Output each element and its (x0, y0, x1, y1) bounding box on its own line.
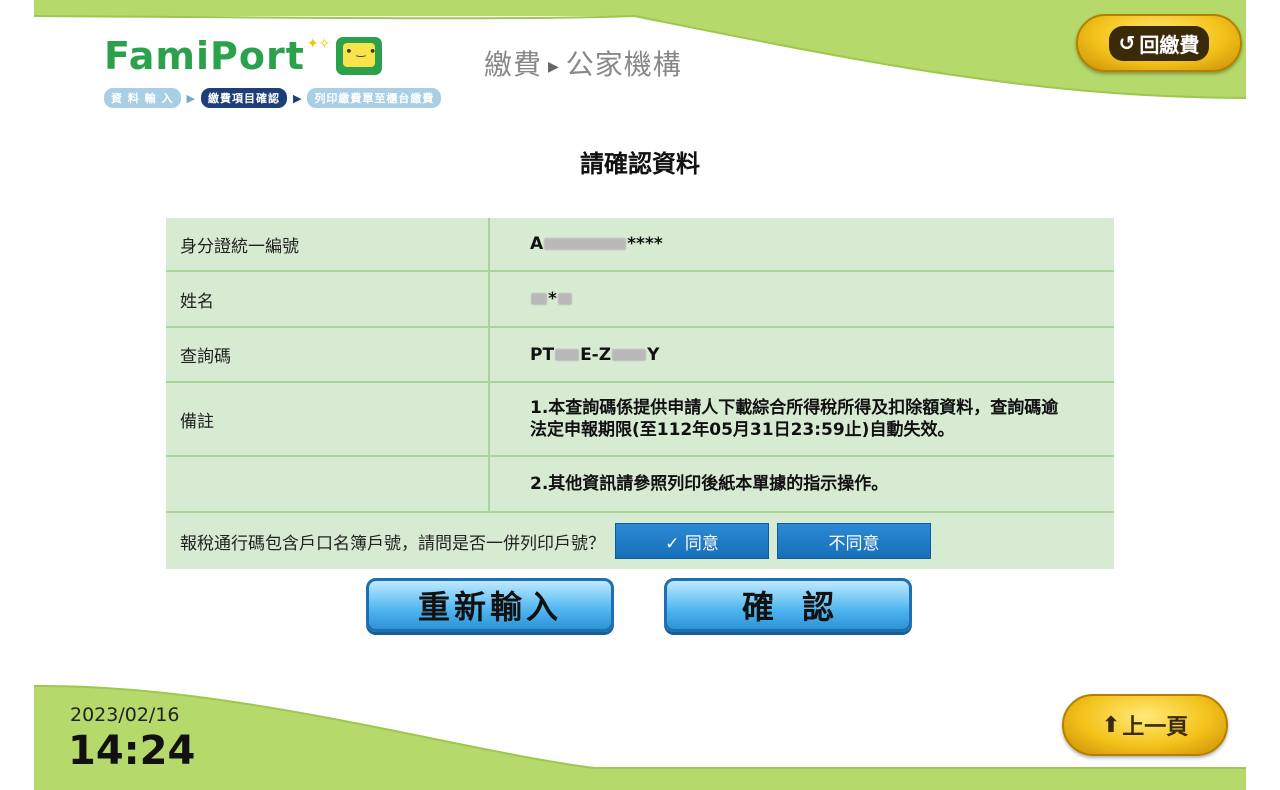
triangle-right-icon: ▶ (186, 91, 195, 105)
back-to-payment-button[interactable]: ↺ 回繳費 (1076, 14, 1242, 72)
consent-question: 報稅通行碼包含戶口名簿戶號，請問是否一併列印戶號？ (180, 533, 605, 554)
redacted-block (531, 293, 547, 305)
reenter-button[interactable]: 重新輸入 (366, 578, 614, 632)
sparkle-icon: ✦✧ (306, 36, 331, 52)
date-display: 2023/02/16 (70, 704, 180, 726)
previous-page-label: 上一頁 (1122, 715, 1189, 740)
famiport-logo: FamiPort ✦✧ (104, 34, 383, 78)
confirm-button[interactable]: 確認 (664, 578, 912, 632)
kiosk-page: FamiPort ✦✧ 繳費 ▶ 公家機構 資 料 輸 入 ▶ 繳費項目確認 ▶ 列… (34, 0, 1246, 790)
redacted-block (555, 348, 580, 361)
up-arrow-icon: ⬆ (1101, 712, 1121, 738)
triangle-right-icon: ▶ (292, 91, 302, 105)
field-label: 備註 (166, 383, 490, 455)
id-number-value: A **** (530, 234, 663, 254)
progress-steps: 資 料 輸 入 ▶ 繳費項目確認 ▶ 列印繳費單至櫃台繳費 (104, 88, 442, 108)
field-label (166, 457, 490, 511)
field-label: 查詢碼 (166, 328, 490, 381)
breadcrumb-main: 繳費 (484, 48, 543, 81)
time-display: 14:24 (68, 728, 196, 774)
table-row: 備註 1.本查詢碼係提供申請人下載綜合所得稅所得及扣除額資料，查詢碼逾法定申報期… (166, 383, 1114, 457)
tv-mascot-icon (336, 37, 383, 75)
confirm-table: 身分證統一編號 A **** 姓名 * 查詢碼 PT E-Z Y 備註 1.本查詢碼係… (166, 218, 1114, 569)
previous-page-button[interactable]: ⬆ 上一頁 (1062, 694, 1228, 756)
field-label: 身分證統一編號 (166, 218, 490, 270)
triangle-right-icon: ▶ (548, 59, 560, 75)
redacted-block (544, 238, 627, 250)
table-row: 姓名 * (166, 272, 1114, 328)
redacted-block (557, 293, 572, 305)
agree-button[interactable]: ✓ 同意 (615, 523, 769, 559)
breadcrumb-sub: 公家機構 (565, 48, 682, 81)
note-value-2: 2.其他資訊請參照列印後紙本單據的指示操作。 (530, 474, 889, 494)
name-value: * (490, 272, 1114, 326)
redacted-block (612, 348, 647, 361)
note-value: 1.本查詢碼係提供申請人下載綜合所得稅所得及扣除額資料，查詢碼逾法定申報期限(至… (530, 398, 1059, 440)
table-row: 身分證統一編號 A **** (166, 218, 1114, 272)
back-to-payment-label: 回繳費 (1139, 32, 1200, 57)
logo-text: FamiPort (104, 34, 305, 78)
disagree-button[interactable]: 不同意 (777, 523, 931, 559)
step-confirm: 繳費項目確認 (200, 88, 287, 108)
return-arrow-icon: ↺ (1118, 31, 1136, 55)
step-print: 列印繳費單至櫃台繳費 (307, 88, 442, 108)
step-input: 資 料 輸 入 (104, 88, 181, 108)
table-row: 2.其他資訊請參照列印後紙本單據的指示操作。 (166, 457, 1114, 513)
consent-row: 報稅通行碼包含戶口名簿戶號，請問是否一併列印戶號？ ✓ 同意 不同意 (166, 513, 1114, 569)
query-code-value: PT E-Z Y (530, 344, 660, 365)
field-label: 姓名 (166, 272, 490, 326)
table-row: 查詢碼 PT E-Z Y (166, 328, 1114, 383)
page-heading: 繳費 ▶ 公家機構 (484, 43, 682, 83)
page-title: 請確認資料 (580, 150, 700, 178)
